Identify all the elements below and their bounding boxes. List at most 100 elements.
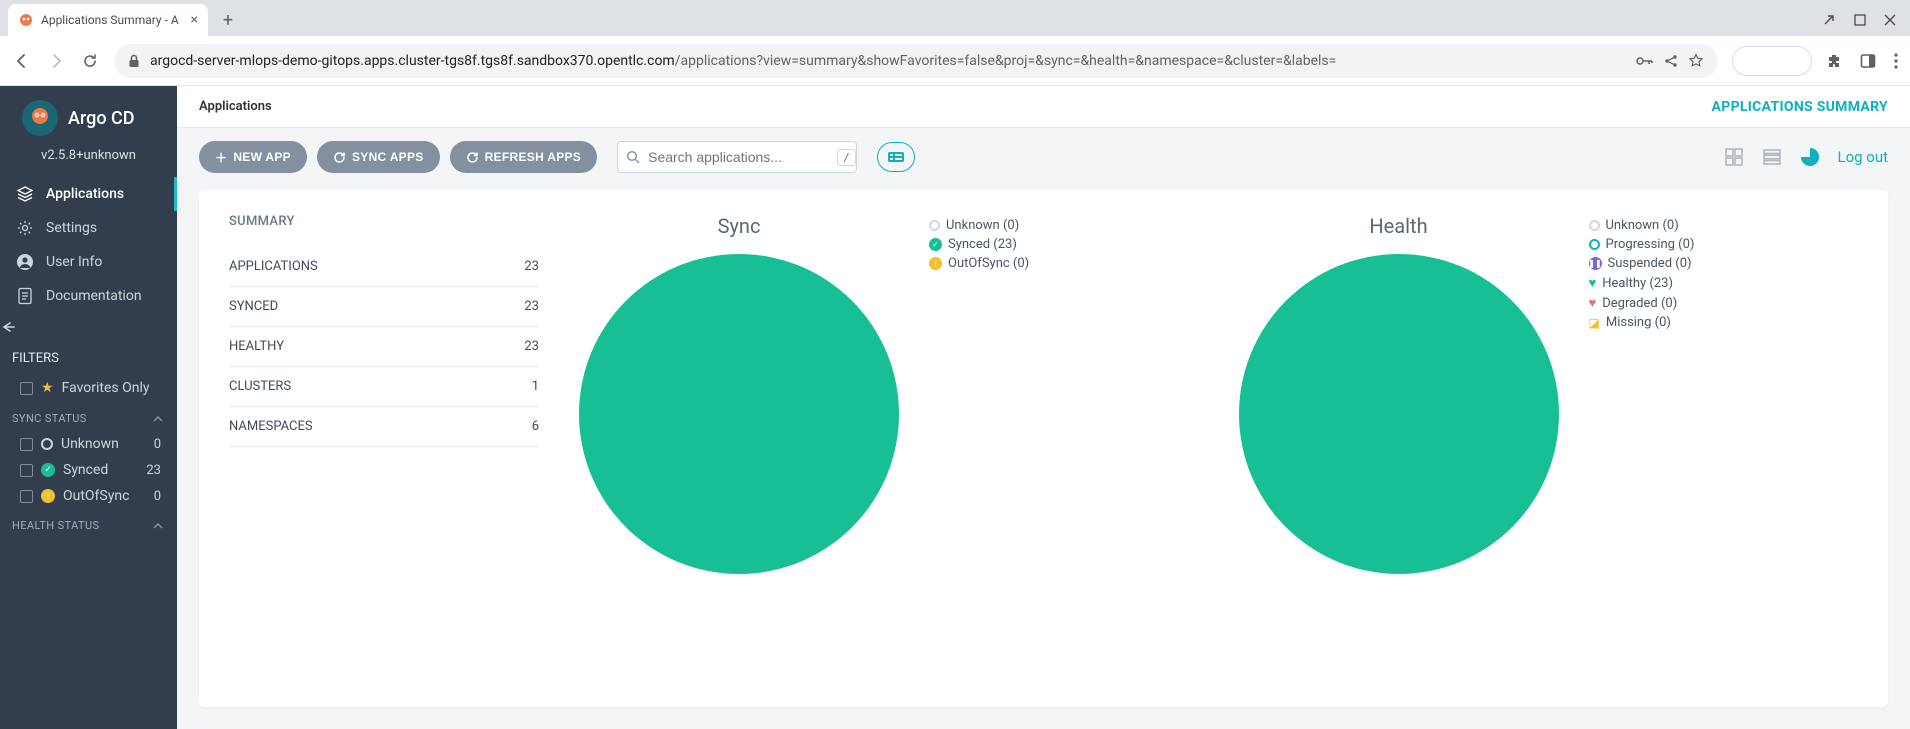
missing-status-icon: ◪ [1589, 316, 1600, 330]
tiles-view-icon[interactable] [1723, 146, 1745, 168]
outofsync-status-icon: ↑ [41, 489, 55, 503]
page-mode-label[interactable]: APPLICATIONS SUMMARY [1712, 99, 1888, 115]
legend-unknown[interactable]: Unknown (0) [1589, 218, 1719, 233]
btn-label: SYNC APPS [352, 150, 424, 164]
toolbar: ＋ NEW APP SYNC APPS REFRESH APPS / [177, 128, 1910, 186]
summary-row-clusters: CLUSTERS1 [229, 367, 539, 407]
toolbar-right: Log out [1723, 146, 1888, 168]
legend-suspended[interactable]: ❚❚Suspended (0) [1589, 256, 1719, 271]
sidebar-item-settings[interactable]: Settings [0, 211, 177, 245]
sync-apps-button[interactable]: SYNC APPS [317, 141, 440, 173]
back-icon[interactable] [12, 51, 32, 71]
version-label: v2.5.8+unknown [0, 142, 177, 177]
card-view-toggle[interactable] [877, 142, 915, 172]
sidebar-item-label: Settings [46, 220, 97, 236]
filter-count: 0 [154, 489, 161, 504]
checkbox-icon[interactable] [20, 464, 33, 477]
tab-close-icon[interactable]: × [191, 12, 198, 28]
synced-status-icon: ✓ [929, 238, 942, 251]
argo-logo-icon [22, 100, 58, 136]
lock-icon [128, 54, 140, 68]
sync-pie-chart [579, 254, 899, 574]
sidebar-item-documentation[interactable]: Documentation [0, 279, 177, 313]
sync-status-group[interactable]: SYNC STATUS [0, 402, 177, 431]
list-view-icon[interactable] [1761, 146, 1783, 168]
search-box[interactable]: / [617, 141, 857, 173]
suspended-status-icon: ❚❚ [1589, 257, 1602, 270]
browser-tab[interactable]: Applications Summary - A × [8, 4, 208, 36]
tab-bar: Applications Summary - A × + [0, 0, 1910, 36]
window-restore-icon[interactable] [1854, 14, 1866, 26]
legend-unknown[interactable]: Unknown (0) [929, 218, 1059, 233]
plus-icon: ＋ [215, 149, 227, 166]
tab-title: Applications Summary - A [41, 13, 184, 27]
sidebar-item-applications[interactable]: Applications [0, 177, 177, 211]
legend-synced[interactable]: ✓Synced (23) [929, 237, 1059, 252]
new-tab-button[interactable]: + [214, 6, 242, 34]
btn-label: NEW APP [233, 150, 291, 164]
health-chart-title: Health [1229, 214, 1569, 238]
sync-status-title: SYNC STATUS [12, 412, 87, 425]
sidebar-nav: Applications Settings User Info Document… [0, 177, 177, 313]
legend-degraded[interactable]: ♥Degraded (0) [1589, 295, 1719, 311]
profile-spot[interactable] [1732, 46, 1812, 76]
favorites-label: Favorites Only [62, 380, 150, 396]
summary-row-namespaces: NAMESPACES6 [229, 407, 539, 447]
brand[interactable]: Argo CD [0, 86, 177, 142]
search-icon [626, 150, 640, 164]
search-input[interactable] [648, 149, 829, 165]
refresh-apps-button[interactable]: REFRESH APPS [450, 141, 598, 173]
window-controls [1822, 4, 1910, 36]
summary-panel: SUMMARY APPLICATIONS23 SYNCED23 HEALTHY2… [199, 190, 1888, 707]
filter-label: Synced [63, 462, 108, 478]
checkbox-icon[interactable] [20, 382, 33, 395]
legend-progressing[interactable]: Progressing (0) [1589, 237, 1719, 252]
collapse-sidebar-button[interactable] [0, 313, 177, 343]
filters-heading: FILTERS [0, 343, 177, 374]
sync-icon [333, 151, 346, 164]
window-close-icon[interactable] [1884, 14, 1896, 26]
star-icon[interactable] [1688, 53, 1704, 69]
unknown-status-icon [1589, 220, 1600, 231]
layers-icon [16, 185, 34, 203]
health-chart-column: Health Unknown (0) Progressing (0) ❚❚Sus… [1229, 214, 1859, 687]
summary-row-applications: APPLICATIONS23 [229, 247, 539, 287]
sidebar-item-label: User Info [46, 254, 102, 270]
share-icon[interactable] [1664, 54, 1678, 68]
window-minimize-icon[interactable] [1822, 13, 1836, 27]
sync-chart-title: Sync [569, 214, 909, 238]
summary-view-icon[interactable] [1799, 146, 1821, 168]
logout-link[interactable]: Log out [1837, 148, 1888, 166]
breadcrumb[interactable]: Applications [199, 99, 272, 114]
legend-missing[interactable]: ◪Missing (0) [1589, 315, 1719, 330]
outofsync-status-icon: ↑ [929, 257, 942, 270]
health-status-group[interactable]: HEALTH STATUS [0, 509, 177, 538]
filter-label: Unknown [61, 436, 119, 452]
legend-outofsync[interactable]: ↑OutOfSync (0) [929, 256, 1059, 271]
menu-icon[interactable] [1894, 53, 1898, 69]
legend-healthy[interactable]: ♥Healthy (23) [1589, 275, 1719, 291]
filter-synced[interactable]: ✓ Synced 23 [0, 457, 177, 483]
btn-label: REFRESH APPS [485, 150, 582, 164]
summary-row-healthy: HEALTHY23 [229, 327, 539, 367]
chevron-up-icon [153, 523, 163, 529]
sidebar-item-user-info[interactable]: User Info [0, 245, 177, 279]
refresh-icon [466, 151, 479, 164]
healthy-status-icon: ♥ [1589, 275, 1597, 291]
favorites-only-filter[interactable]: ★ Favorites Only [0, 374, 177, 402]
chevron-up-icon [153, 416, 163, 422]
sync-chart-column: Sync Unknown (0) ✓Synced (23) ↑OutOfSync… [569, 214, 1199, 687]
url-box[interactable]: argocd-server-mlops-demo-gitops.apps.clu… [114, 44, 1718, 78]
forward-icon[interactable] [46, 51, 66, 71]
panel-icon[interactable] [1860, 53, 1876, 69]
extensions-icon[interactable] [1826, 53, 1842, 69]
checkbox-icon[interactable] [20, 490, 33, 503]
summary-row-synced: SYNCED23 [229, 287, 539, 327]
checkbox-icon[interactable] [20, 438, 33, 451]
key-icon[interactable] [1636, 55, 1654, 67]
filter-outofsync[interactable]: ↑ OutOfSync 0 [0, 483, 177, 509]
reload-icon[interactable] [80, 51, 100, 71]
url-text: argocd-server-mlops-demo-gitops.apps.clu… [150, 53, 1626, 69]
filter-unknown[interactable]: Unknown 0 [0, 431, 177, 457]
new-app-button[interactable]: ＋ NEW APP [199, 141, 307, 173]
